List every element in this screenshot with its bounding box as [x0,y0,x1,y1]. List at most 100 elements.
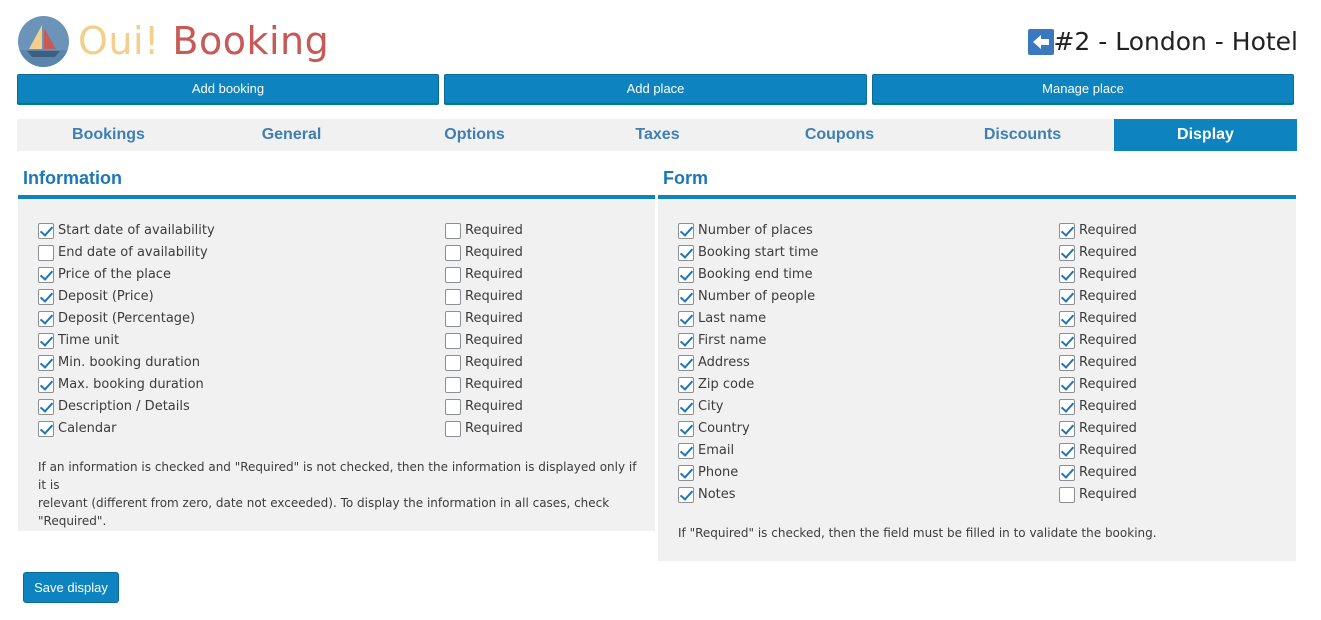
tab-coupons[interactable]: Coupons [748,119,931,151]
form-required-row: Required [1059,374,1179,396]
form-checkbox[interactable] [678,465,694,481]
information-required-checkbox[interactable] [445,311,461,327]
form-checkbox[interactable] [678,311,694,327]
form-required-checkbox[interactable] [1059,223,1075,239]
form-label: Number of people [698,289,816,304]
form-label: Zip code [698,377,755,392]
form-checkbox[interactable] [678,487,694,503]
form-required-checkbox[interactable] [1059,245,1075,261]
header: Oui! Booking #2 - London - Hotel [18,16,1298,68]
information-required-label: Required [465,311,523,326]
form-row: Address [678,352,978,374]
information-panel: If an information is checked and "Requir… [18,199,655,531]
form-required-checkbox[interactable] [1059,421,1075,437]
back-arrow-icon[interactable] [1028,29,1054,55]
information-required-label: Required [465,333,523,348]
information-label: Price of the place [58,267,171,282]
information-required-row: Required [445,308,565,330]
form-required-checkbox[interactable] [1059,355,1075,371]
form-required-label: Required [1079,399,1137,414]
information-required-row: Required [445,418,565,440]
tab-bookings[interactable]: Bookings [17,119,200,151]
information-required-checkbox[interactable] [445,355,461,371]
form-checkbox[interactable] [678,245,694,261]
form-required-label: Required [1079,223,1137,238]
information-required-checkbox[interactable] [445,289,461,305]
information-required-checkbox[interactable] [445,421,461,437]
form-required-checkbox[interactable] [1059,399,1075,415]
information-checkbox[interactable] [38,223,54,239]
information-required-label: Required [465,421,523,436]
information-checkbox[interactable] [38,289,54,305]
form-checkbox[interactable] [678,267,694,283]
form-label: Notes [698,487,736,502]
form-required-checkbox[interactable] [1059,333,1075,349]
form-panel: If "Required" is checked, then the field… [658,199,1296,561]
form-row: Zip code [678,374,978,396]
information-title: Information [23,168,122,188]
form-label: Booking end time [698,267,813,282]
information-required-checkbox[interactable] [445,399,461,415]
form-required-row: Required [1059,330,1179,352]
form-row: Notes [678,484,978,506]
information-required-checkbox[interactable] [445,223,461,239]
form-checkbox[interactable] [678,223,694,239]
information-row: Min. booking duration [38,352,338,374]
form-checkbox[interactable] [678,333,694,349]
information-required-checkbox[interactable] [445,267,461,283]
information-required-checkbox[interactable] [445,377,461,393]
form-required-checkbox[interactable] [1059,443,1075,459]
tab-display[interactable]: Display [1114,119,1297,151]
form-required-row: Required [1059,242,1179,264]
information-required-label: Required [465,245,523,260]
form-required-checkbox[interactable] [1059,465,1075,481]
form-required-checkbox[interactable] [1059,289,1075,305]
form-checkbox[interactable] [678,421,694,437]
form-note: If "Required" is checked, then the field… [678,526,1157,540]
information-checkbox[interactable] [38,245,54,261]
information-note-line: If an information is checked and "Requir… [38,460,637,492]
form-checkbox[interactable] [678,377,694,393]
form-title: Form [663,168,708,188]
tab-discounts[interactable]: Discounts [931,119,1114,151]
form-required-row: Required [1059,462,1179,484]
save-display-button[interactable]: Save display [23,572,119,603]
manage-place-button[interactable]: Manage place [872,74,1294,104]
form-row: First name [678,330,978,352]
form-checkbox[interactable] [678,399,694,415]
information-label: Deposit (Price) [58,289,154,304]
brand-part-booking: Booking [172,19,330,63]
add-booking-button[interactable]: Add booking [17,74,439,104]
information-checkbox[interactable] [38,421,54,437]
information-row: Deposit (Price) [38,286,338,308]
form-row: Last name [678,308,978,330]
form-checkbox[interactable] [678,443,694,459]
form-required-checkbox[interactable] [1059,311,1075,327]
information-required-label: Required [465,223,523,238]
form-required-checkbox[interactable] [1059,487,1075,503]
tab-taxes[interactable]: Taxes [566,119,749,151]
form-required-checkbox[interactable] [1059,267,1075,283]
information-checkbox[interactable] [38,267,54,283]
form-row: Number of places [678,220,978,242]
information-checkbox[interactable] [38,311,54,327]
information-checkbox[interactable] [38,399,54,415]
form-checkbox[interactable] [678,289,694,305]
form-row: Booking start time [678,242,978,264]
information-row: Calendar [38,418,338,440]
add-place-button[interactable]: Add place [444,74,867,104]
form-checkbox[interactable] [678,355,694,371]
tab-options[interactable]: Options [383,119,566,151]
form-label: Country [698,421,750,436]
information-checkbox[interactable] [38,333,54,349]
information-label: End date of availability [58,245,208,260]
form-label: Email [698,443,735,458]
information-required-checkbox[interactable] [445,245,461,261]
form-required-checkbox[interactable] [1059,377,1075,393]
tab-general[interactable]: General [200,119,383,151]
information-label: Deposit (Percentage) [58,311,196,326]
information-required-checkbox[interactable] [445,333,461,349]
form-label: City [698,399,724,414]
information-checkbox[interactable] [38,355,54,371]
information-checkbox[interactable] [38,377,54,393]
